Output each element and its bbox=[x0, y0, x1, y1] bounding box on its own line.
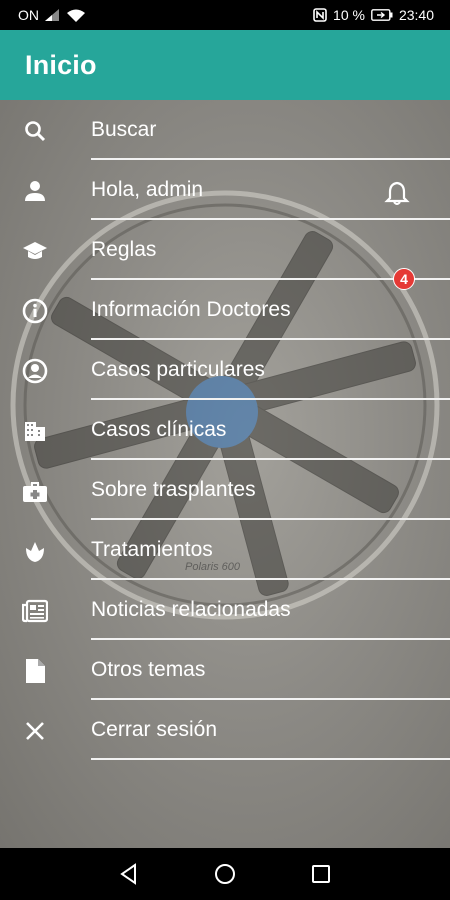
search-icon bbox=[22, 118, 48, 144]
menu-item-casos-clinicas[interactable]: Casos clínicas bbox=[0, 400, 450, 460]
home-icon[interactable] bbox=[213, 862, 237, 886]
menu-item-otros-temas[interactable]: Otros temas bbox=[0, 640, 450, 700]
building-icon bbox=[22, 418, 48, 444]
page-title: Inicio bbox=[25, 49, 97, 80]
menu-item-label: Sobre trasplantes bbox=[91, 478, 256, 501]
medical-bag-icon bbox=[22, 478, 48, 504]
close-icon bbox=[22, 718, 48, 744]
menu-item-tratamientos[interactable]: Tratamientos bbox=[0, 520, 450, 580]
notification-badge[interactable]: 4 bbox=[393, 268, 415, 290]
signal-icon bbox=[45, 9, 61, 21]
school-icon bbox=[22, 238, 48, 264]
menu-item-reglas[interactable]: Reglas bbox=[0, 220, 450, 280]
bell-icon[interactable] bbox=[384, 180, 410, 206]
menu-item-profile[interactable]: Hola, admin bbox=[0, 160, 450, 220]
carrier-label: ON bbox=[18, 7, 39, 23]
menu-item-sobre-trasplantes[interactable]: Sobre trasplantes bbox=[0, 460, 450, 520]
menu-item-label: Noticias relacionadas bbox=[91, 598, 291, 621]
menu-item-label: Casos particulares bbox=[91, 358, 265, 381]
menu-item-buscar[interactable]: Buscar bbox=[0, 100, 450, 160]
battery-icon bbox=[371, 9, 393, 21]
menu-item-label: Cerrar sesión bbox=[91, 718, 218, 741]
app-bar: Inicio bbox=[0, 30, 450, 100]
drawer-menu: Buscar Hola, admin Reglas Información Do… bbox=[0, 100, 450, 760]
menu-item-noticias-relacionadas[interactable]: Noticias relacionadas bbox=[0, 580, 450, 640]
navigation-bar bbox=[0, 848, 450, 900]
menu-item-label: Tratamientos bbox=[91, 538, 213, 561]
menu-item-informacion-doctores[interactable]: Información Doctores bbox=[0, 280, 450, 340]
menu-item-label: Hola, admin bbox=[91, 178, 204, 201]
divider bbox=[91, 758, 450, 760]
back-icon[interactable] bbox=[117, 862, 141, 886]
wifi-icon bbox=[67, 9, 85, 22]
menu-item-label: Buscar bbox=[91, 118, 157, 141]
menu-item-cerrar-sesion[interactable]: Cerrar sesión bbox=[0, 700, 450, 760]
person-icon bbox=[22, 178, 48, 204]
status-bar: ON 10 % 23:40 bbox=[0, 0, 450, 30]
menu-content: Polaris 600 Buscar Hola, admin Reglas In… bbox=[0, 100, 450, 848]
recents-icon[interactable] bbox=[309, 862, 333, 886]
info-icon bbox=[22, 298, 48, 324]
menu-item-label: Casos clínicas bbox=[91, 418, 227, 441]
account-circle-icon bbox=[22, 358, 48, 384]
nfc-icon bbox=[313, 8, 327, 22]
menu-item-label: Información Doctores bbox=[91, 298, 291, 321]
battery-percent: 10 % bbox=[333, 7, 365, 23]
menu-item-casos-particulares[interactable]: Casos particulares bbox=[0, 340, 450, 400]
document-icon bbox=[22, 658, 48, 684]
flower-icon bbox=[22, 538, 48, 564]
menu-item-label: Reglas bbox=[91, 238, 157, 261]
clock: 23:40 bbox=[398, 7, 434, 23]
menu-item-label: Otros temas bbox=[91, 658, 206, 681]
newspaper-icon bbox=[22, 598, 48, 624]
